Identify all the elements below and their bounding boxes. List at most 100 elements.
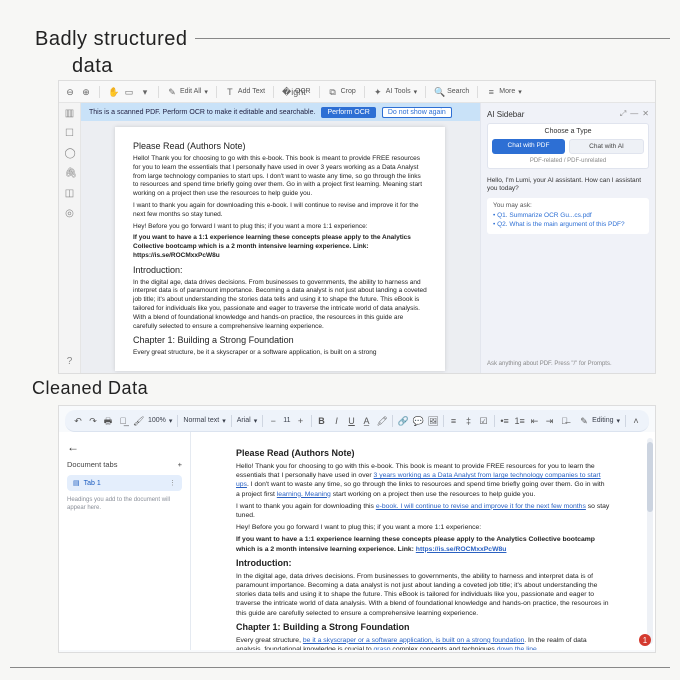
highlight-color-icon[interactable]: 🖍 bbox=[377, 416, 387, 426]
explore-badge[interactable]: 1 bbox=[639, 634, 651, 646]
attachment-icon[interactable]: 🖇 bbox=[65, 169, 75, 179]
stamp-icon[interactable]: ◎ bbox=[65, 209, 75, 219]
font-select[interactable]: Arial▾ bbox=[237, 417, 258, 425]
tab-chat-pdf[interactable]: Chat with PDF bbox=[492, 139, 565, 154]
underline-icon[interactable]: U bbox=[347, 416, 357, 426]
gdocs-toolbar: ↶ ↷ 🖶 Ａ̲ 🖌 100%▾ Normal text▾ Arial▾ − 1… bbox=[65, 410, 649, 432]
zoom-out-icon[interactable]: ⊖ bbox=[65, 87, 75, 97]
search-button[interactable]: 🔍Search bbox=[434, 87, 469, 97]
suggested-prompts: You may ask: • Q1. Summarize OCR Gu...cs… bbox=[487, 198, 649, 234]
style-select[interactable]: Normal text▾ bbox=[183, 417, 225, 425]
ai-input-hint: Ask anything about PDF. Press "/" for Pr… bbox=[487, 361, 649, 367]
more-button[interactable]: ≡More▾ bbox=[486, 87, 521, 97]
gdocs-page: Please Read (Authors Note) Hello! Thank … bbox=[218, 438, 628, 650]
heading-badly-structured-a: Badly structured bbox=[35, 28, 188, 51]
doc-link[interactable]: grasp bbox=[374, 646, 391, 650]
suggested-q2[interactable]: • Q2. What is the main argument of this … bbox=[493, 221, 643, 228]
doc-link[interactable]: e-book. I will continue to revise and im… bbox=[376, 503, 586, 510]
divider-bottom bbox=[10, 667, 670, 668]
doc-para: Hey! Before you go forward I want to plu… bbox=[236, 523, 610, 532]
doc-para: I want to thank you again for downloadin… bbox=[133, 202, 427, 220]
doc-link[interactable]: down the line bbox=[497, 646, 537, 650]
number-list-icon[interactable]: 1≡ bbox=[515, 416, 525, 426]
ocr-banner: This is a scanned PDF. Perform OCR to ma… bbox=[81, 103, 480, 121]
expand-icon[interactable]: ⤢ bbox=[620, 109, 626, 119]
doc-link[interactable]: be it a skyscraper or a software applica… bbox=[303, 637, 524, 644]
tab-chat-ai[interactable]: Chat with AI bbox=[569, 139, 644, 154]
ai-greeting: Hello, I'm Lumi, your AI assistant. How … bbox=[487, 177, 649, 194]
more-icon: ≡ bbox=[486, 87, 496, 97]
outline-tab-1[interactable]: ▤ Tab 1 ⋮ bbox=[67, 475, 182, 491]
type-subnote: PDF-related / PDF-unrelated bbox=[492, 158, 644, 164]
inc-font-icon[interactable]: + bbox=[296, 416, 306, 426]
outline-hint: Headings you add to the document will ap… bbox=[67, 497, 182, 513]
indent-dec-icon[interactable]: ⇤ bbox=[530, 416, 540, 426]
spellcheck-icon[interactable]: Ａ̲ bbox=[118, 416, 128, 426]
doc-link[interactable]: learning. Meaning bbox=[277, 491, 331, 498]
font-size[interactable]: 11 bbox=[283, 417, 290, 424]
crop-button[interactable]: ⧉Crop bbox=[328, 87, 356, 97]
align-icon[interactable]: ≡ bbox=[449, 416, 459, 426]
edit-all-button[interactable]: ✎Edit All▾ bbox=[167, 87, 208, 97]
collapse-toolbar-icon[interactable]: ˄ bbox=[631, 416, 641, 426]
ocr-button[interactable]: �ightOCR bbox=[282, 87, 311, 97]
pdf-app-window: ⊖ ⊕ ✋ ▭ ▾ ✎Edit All▾ TAdd Text �ightOCR ⧉… bbox=[58, 80, 656, 374]
mode-select[interactable]: ✎Editing▾ bbox=[579, 416, 620, 426]
clear-format-icon[interactable]: Ｔ̶ bbox=[560, 416, 570, 426]
line-spacing-icon[interactable]: ‡ bbox=[464, 416, 474, 426]
thumbnails-icon[interactable]: ▥ bbox=[65, 109, 75, 119]
hand-tool-icon[interactable]: ✋ bbox=[108, 87, 118, 97]
suggested-q1[interactable]: • Q1. Summarize OCR Gu...cs.pdf bbox=[493, 212, 643, 219]
doc-para: In the digital age, data drives decision… bbox=[133, 279, 427, 332]
bookmark-icon[interactable]: ☐ bbox=[65, 129, 75, 139]
undo-icon[interactable]: ↶ bbox=[73, 416, 83, 426]
zoom-in-icon[interactable]: ⊕ bbox=[81, 87, 91, 97]
add-text-button[interactable]: TAdd Text bbox=[225, 87, 265, 97]
text-icon: T bbox=[225, 87, 235, 97]
dropdown-icon[interactable]: ▾ bbox=[140, 87, 150, 97]
type-chooser: Choose a Type Chat with PDF Chat with AI… bbox=[487, 123, 649, 169]
ocr-icon: �ight bbox=[282, 87, 292, 97]
zoom-select[interactable]: 100%▾ bbox=[148, 417, 172, 425]
doc-heading-chapter1: Chapter 1: Building a Strong Foundation bbox=[133, 334, 427, 346]
text-color-icon[interactable]: A̲ bbox=[362, 416, 372, 426]
banner-text: This is a scanned PDF. Perform OCR to ma… bbox=[89, 109, 315, 116]
bold-icon[interactable]: B bbox=[317, 416, 327, 426]
back-icon[interactable]: ← bbox=[67, 440, 182, 454]
checklist-icon[interactable]: ☑ bbox=[479, 416, 489, 426]
doc-heading-introduction: Introduction: bbox=[133, 264, 427, 276]
ai-tools-button[interactable]: ✦AI Tools▾ bbox=[373, 87, 417, 97]
gdocs-outline: ← Document tabs + ▤ Tab 1 ⋮ Headings you… bbox=[59, 432, 191, 650]
dismiss-banner-button[interactable]: Do not show again bbox=[382, 107, 452, 118]
doc-link[interactable]: https://is.se/ROCMxxPcW8u bbox=[416, 546, 507, 553]
doc-heading-authors-note: Please Read (Authors Note) bbox=[133, 140, 427, 152]
doc-para: I want to thank you again for downloadin… bbox=[236, 502, 610, 520]
italic-icon[interactable]: I bbox=[332, 416, 342, 426]
doc-para: If you want to have a 1:1 experience lea… bbox=[236, 535, 610, 553]
outline-icon[interactable]: ◯ bbox=[65, 149, 75, 159]
print-icon[interactable]: 🖶 bbox=[103, 416, 113, 426]
image-icon[interactable]: 🖼 bbox=[428, 416, 438, 426]
add-tab-icon[interactable]: + bbox=[178, 460, 182, 469]
link-icon[interactable]: 🔗 bbox=[398, 416, 408, 426]
scrollbar-thumb[interactable] bbox=[647, 442, 653, 512]
ai-sidebar-title: AI Sidebar bbox=[487, 110, 524, 119]
scrollbar[interactable] bbox=[647, 438, 653, 644]
highlight-icon[interactable]: ▭ bbox=[124, 87, 134, 97]
tab-menu-icon[interactable]: ⋮ bbox=[169, 479, 176, 487]
pdf-canvas: This is a scanned PDF. Perform OCR to ma… bbox=[81, 103, 480, 373]
comment-icon[interactable]: 💬 bbox=[413, 416, 423, 426]
bullet-list-icon[interactable]: •≡ bbox=[500, 416, 510, 426]
tab-doc-icon: ▤ bbox=[73, 479, 80, 487]
indent-inc-icon[interactable]: ⇥ bbox=[545, 416, 555, 426]
redo-icon[interactable]: ↷ bbox=[88, 416, 98, 426]
paint-format-icon[interactable]: 🖌 bbox=[133, 416, 143, 426]
doc-para: Hello! Thank you for choosing to go with… bbox=[236, 462, 610, 499]
gdocs-canvas[interactable]: Please Read (Authors Note) Hello! Thank … bbox=[191, 432, 655, 650]
dec-font-icon[interactable]: − bbox=[268, 416, 278, 426]
layers-icon[interactable]: ◫ bbox=[65, 189, 75, 199]
close-icon[interactable]: ✕ bbox=[642, 109, 649, 119]
minimize-icon[interactable]: — bbox=[630, 109, 638, 119]
help-icon[interactable]: ? bbox=[65, 357, 75, 367]
perform-ocr-button[interactable]: Perform OCR bbox=[321, 107, 375, 118]
